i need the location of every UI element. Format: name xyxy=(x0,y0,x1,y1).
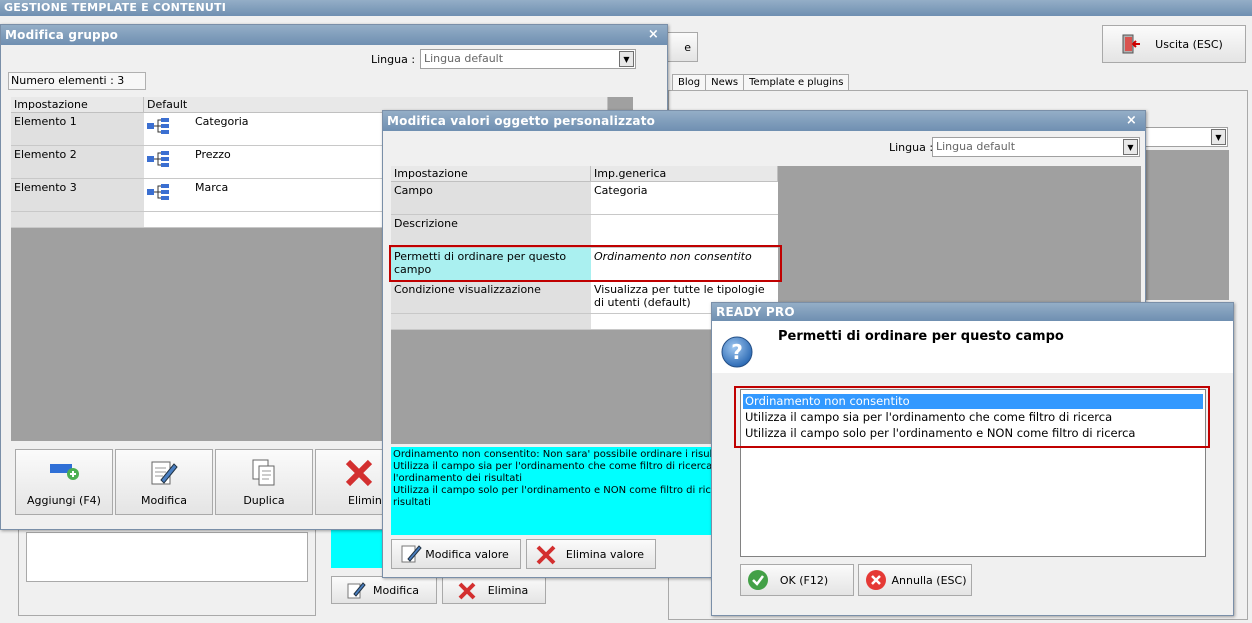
group-count: Numero elementi : 3 xyxy=(8,72,146,90)
app-title: GESTIONE TEMPLATE E CONTENUTI xyxy=(4,1,227,14)
exit-button[interactable]: Uscita (ESC) xyxy=(1102,25,1246,63)
duplicate-icon xyxy=(252,459,275,485)
duplicate-button[interactable]: Duplica xyxy=(215,449,313,515)
group-lingua-label: Lingua : xyxy=(371,53,416,66)
add-button[interactable]: Aggiungi (F4) xyxy=(15,449,113,515)
exit-door-icon xyxy=(1122,34,1140,54)
group-row-name[interactable]: Elemento 3 xyxy=(11,179,144,212)
svg-text:?: ? xyxy=(731,340,743,364)
edit-button[interactable]: Modifica xyxy=(115,449,213,515)
exit-label: Uscita (ESC) xyxy=(1155,37,1223,51)
delete-x-icon xyxy=(536,545,556,565)
object-window-titlebar: Modifica valori oggetto personalizzato × xyxy=(383,111,1145,131)
tree-icon xyxy=(147,150,171,171)
chevron-down-icon: ▼ xyxy=(619,51,634,67)
object-row-name[interactable]: Campo xyxy=(391,182,591,215)
tab-template-plugins[interactable]: Template e plugins xyxy=(743,74,850,90)
group-row-empty xyxy=(11,212,144,228)
object-lingua-select[interactable]: Lingua default ▼ xyxy=(932,137,1140,157)
choice-dialog: READY PRO ? Permetti di ordinare per que… xyxy=(711,302,1234,616)
tab-news[interactable]: News xyxy=(705,74,745,90)
help-panel: Ordinamento non consentito: Non sara' po… xyxy=(391,447,721,535)
pencil-icon xyxy=(401,545,422,563)
main-combo[interactable]: ▼ xyxy=(1140,127,1228,147)
delete-value-button[interactable]: Elimina valore xyxy=(526,539,656,569)
tab-blog[interactable]: Blog xyxy=(672,74,707,90)
main-gray-area xyxy=(1145,150,1229,300)
object-row-value[interactable] xyxy=(591,215,778,248)
cancel-button[interactable]: Annulla (ESC) xyxy=(858,564,972,596)
pencil-icon xyxy=(347,582,366,599)
delete-x-icon xyxy=(458,582,476,600)
tree-icon xyxy=(147,183,171,204)
check-icon xyxy=(748,570,768,590)
close-icon[interactable]: × xyxy=(1126,111,1137,131)
pencil-icon xyxy=(151,461,178,484)
group-lingua-select[interactable]: Lingua default ▼ xyxy=(420,49,636,69)
object-row-value[interactable]: Categoria xyxy=(591,182,778,215)
group-row-name[interactable]: Elemento 1 xyxy=(11,113,144,146)
question-icon: ? xyxy=(721,336,753,368)
highlight-box xyxy=(389,245,782,282)
close-icon[interactable]: × xyxy=(648,25,659,45)
chevron-down-icon: ▼ xyxy=(1123,139,1138,155)
dialog-titlebar: READY PRO xyxy=(712,303,1233,321)
main-tabs: Blog News Template e plugins xyxy=(672,74,850,90)
app-titlebar: GESTIONE TEMPLATE E CONTENUTI xyxy=(0,0,1252,16)
chevron-down-icon: ▼ xyxy=(1211,129,1226,145)
edit-value-button[interactable]: Modifica valore xyxy=(391,539,521,569)
tree-icon xyxy=(147,117,171,138)
main-elimina-button[interactable]: Elimina xyxy=(442,576,546,604)
main-modifica-button[interactable]: Modifica xyxy=(331,576,437,604)
object-col-imp-generica: Imp.generica xyxy=(591,166,778,182)
dialog-question: Permetti di ordinare per questo campo xyxy=(778,329,1064,344)
add-plus-icon xyxy=(50,463,79,480)
delete-x-icon xyxy=(345,459,373,486)
group-col-impostazione: Impostazione xyxy=(11,97,144,113)
object-row-name[interactable]: Descrizione xyxy=(391,215,591,248)
object-row-name[interactable]: Condizione visualizzazione xyxy=(391,281,591,314)
cancel-icon xyxy=(866,570,886,590)
options-highlight-box xyxy=(734,386,1210,448)
ok-button[interactable]: OK (F12) xyxy=(740,564,854,596)
bg-list-box xyxy=(26,532,308,582)
object-col-impostazione: Impostazione xyxy=(391,166,591,182)
group-window-titlebar: Modifica gruppo × xyxy=(1,25,667,45)
object-row-empty xyxy=(391,314,591,330)
group-row-name[interactable]: Elemento 2 xyxy=(11,146,144,179)
dialog-header: ? Permetti di ordinare per questo campo xyxy=(712,321,1233,373)
object-lingua-label: Lingua : xyxy=(889,141,934,154)
